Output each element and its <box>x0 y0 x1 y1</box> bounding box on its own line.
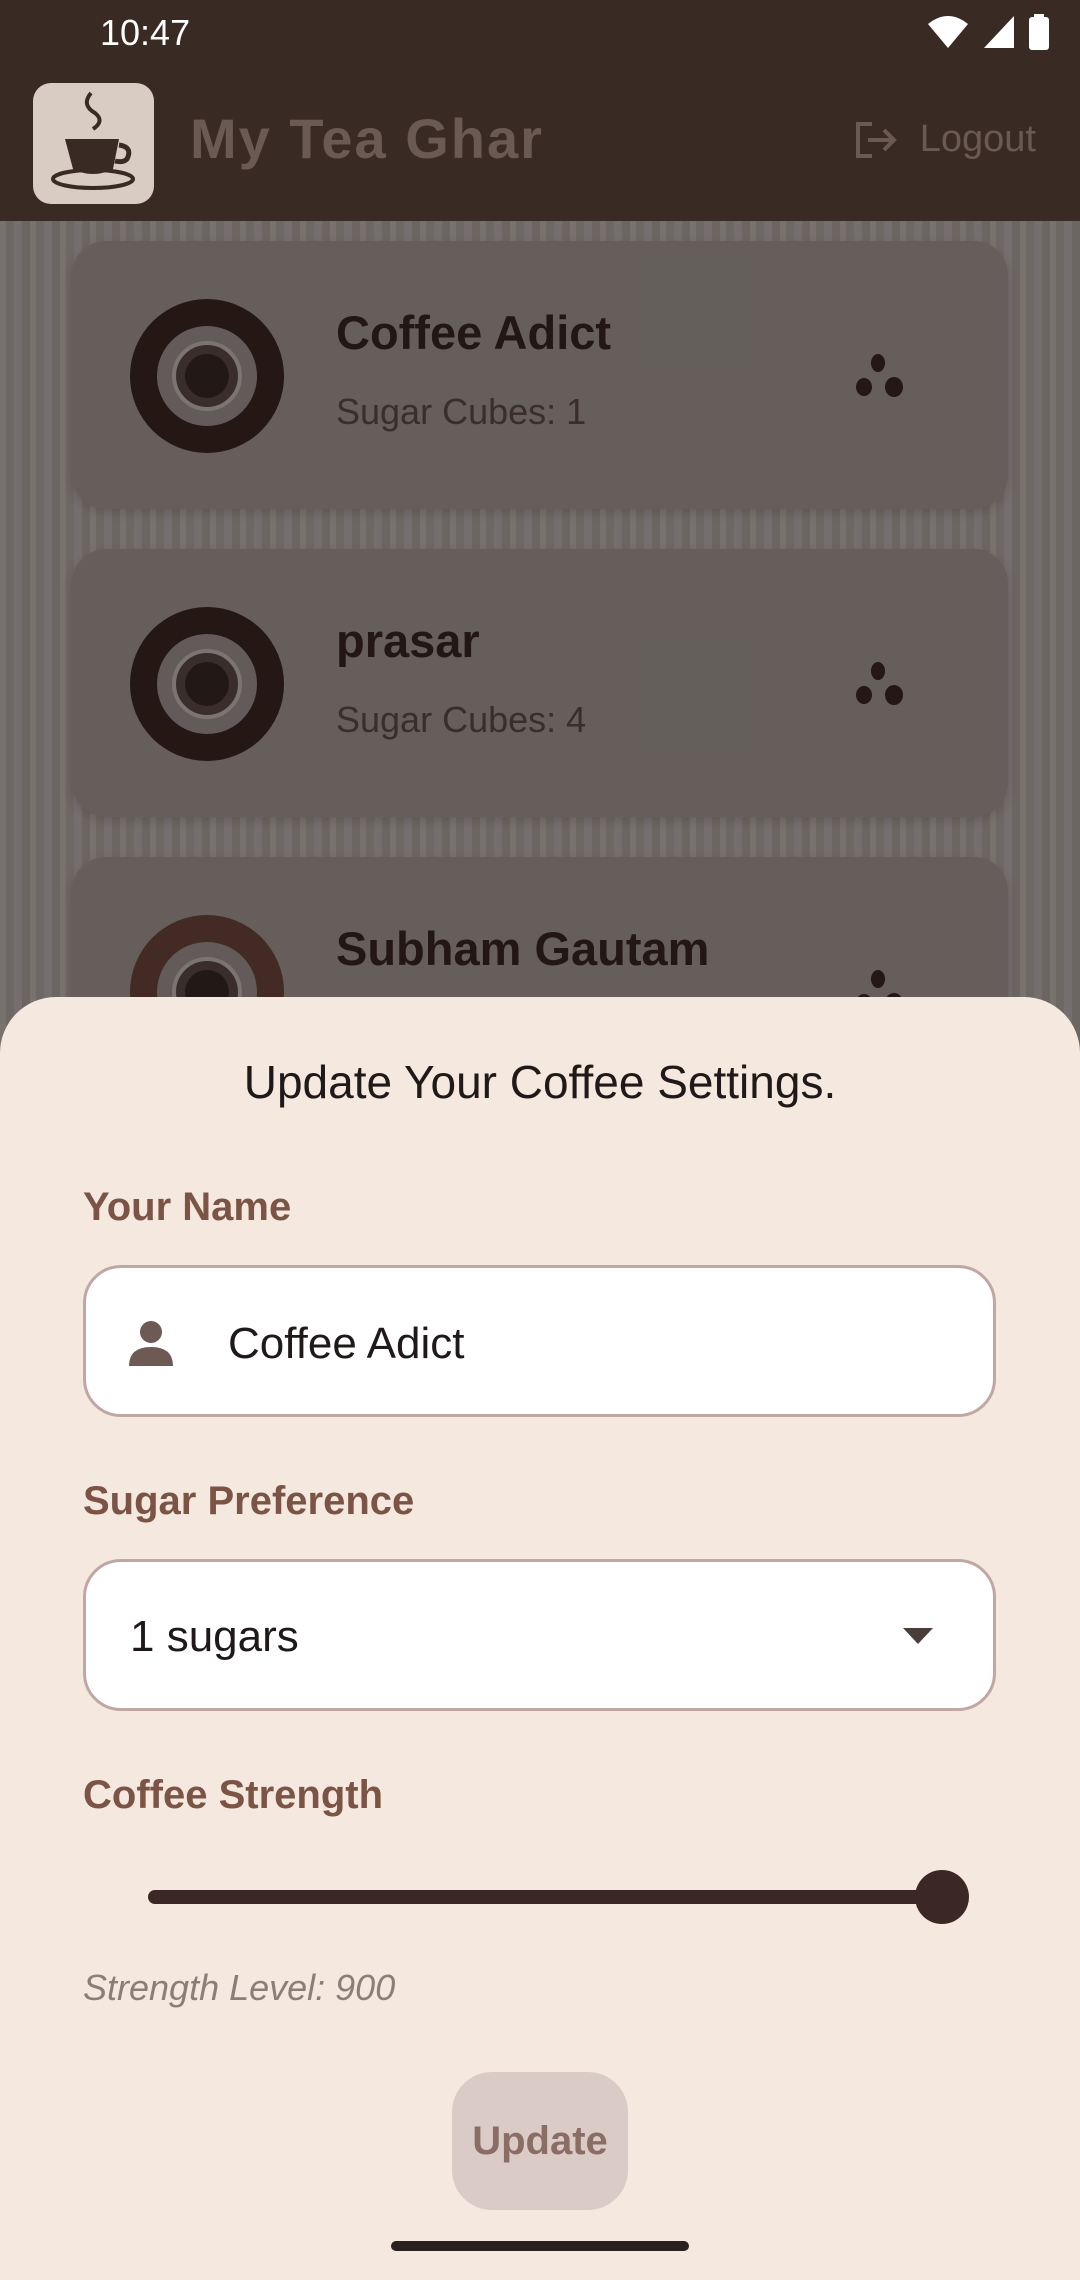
sheet-title: Update Your Coffee Settings. <box>243 1056 837 1108</box>
strength-level-text: Strength Level: 900 <box>83 1967 396 2008</box>
wifi-icon <box>928 16 968 48</box>
strength-slider[interactable] <box>140 1867 969 1927</box>
dropdown-arrow-icon <box>903 1628 933 1644</box>
slider-track <box>148 1890 952 1904</box>
sugar-label: Sugar Preference <box>83 1479 415 1523</box>
logout-label: Logout <box>919 118 1036 160</box>
update-button[interactable]: Update <box>452 2072 628 2210</box>
strength-label: Coffee Strength <box>83 1773 383 1817</box>
name-label: Your Name <box>83 1185 292 1229</box>
name-input[interactable] <box>228 1304 948 1384</box>
logout-button[interactable]: Logout <box>854 118 1036 161</box>
logout-icon <box>855 121 897 158</box>
battery-icon <box>1029 14 1049 50</box>
signal-icon <box>984 16 1014 48</box>
app-bar: My Tea Ghar Logout <box>0 66 1080 221</box>
app-logo <box>33 83 154 204</box>
app-title: My Tea Ghar <box>190 107 544 170</box>
sugar-select-value: 1 sugars <box>130 1612 299 1661</box>
home-indicator[interactable] <box>391 2241 689 2251</box>
sugar-select[interactable]: 1 sugars <box>83 1559 996 1711</box>
status-bar: 10:47 <box>0 0 1080 66</box>
coffee-cup-logo-icon <box>51 91 135 190</box>
status-icons <box>926 14 1050 50</box>
status-time: 10:47 <box>100 12 191 53</box>
settings-bottom-sheet: Update Your Coffee Settings. Your Name S… <box>0 997 1080 2280</box>
person-icon <box>129 1321 173 1366</box>
slider-thumb[interactable] <box>915 1870 969 1924</box>
name-field[interactable] <box>83 1265 996 1417</box>
